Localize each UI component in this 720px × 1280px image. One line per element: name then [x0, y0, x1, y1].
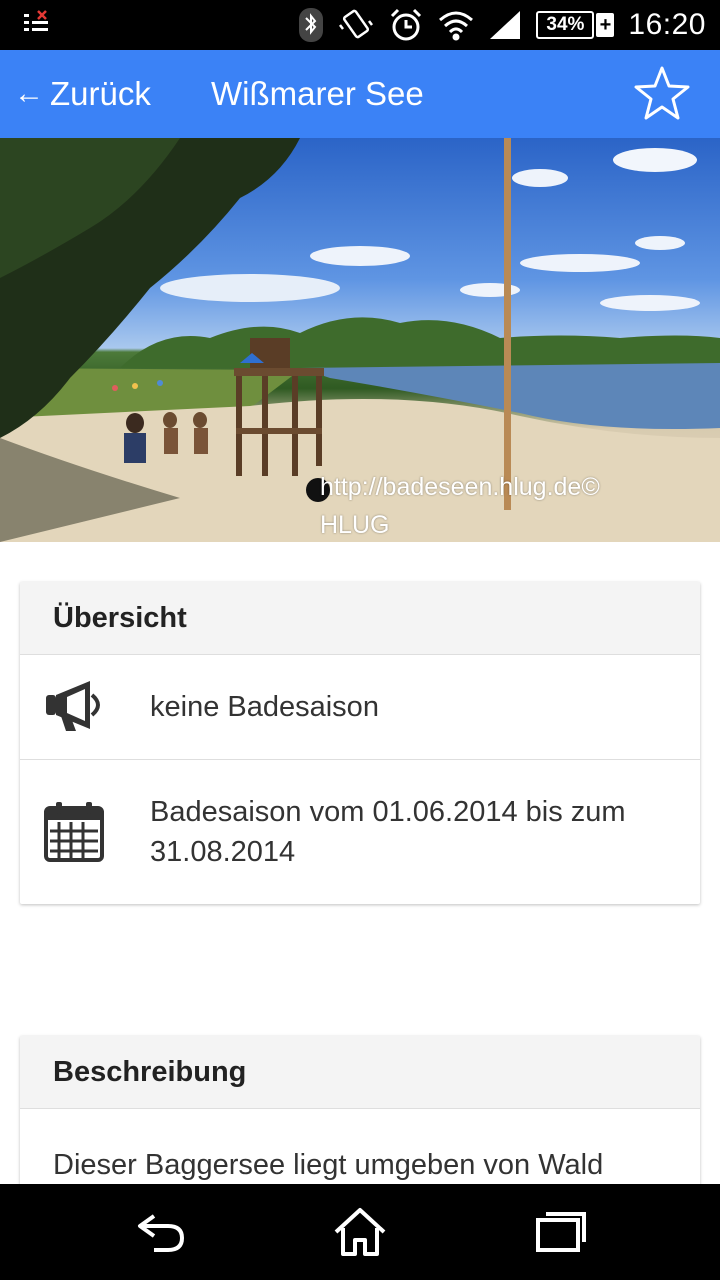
charging-icon: + — [596, 13, 615, 37]
back-button[interactable]: ← Zurück — [14, 50, 151, 138]
clock: 16:20 — [628, 8, 706, 41]
home-nav-icon[interactable] — [330, 1206, 390, 1258]
overview-card: Übersicht keine Badesaison Badesaison vo… — [20, 582, 700, 904]
status-bar: 34% + 16:20 — [0, 0, 720, 50]
season-dates-text: Badesaison vom 01.06.2014 bis zum 31.08.… — [150, 796, 626, 868]
description-text: Dieser Baggersee liegt umgeben von Wald — [53, 1149, 604, 1181]
calendar-icon — [44, 802, 104, 862]
back-nav-icon[interactable] — [132, 1206, 192, 1258]
photo-caption: http://badeseen.hlug.de© HLUG — [320, 473, 600, 539]
signal-icon — [490, 11, 521, 39]
arrow-left-icon: ← — [14, 77, 44, 110]
season-dates-row: Badesaison vom 01.06.2014 bis zum 31.08.… — [20, 760, 700, 904]
page-title: Wißmarer See — [211, 75, 424, 112]
wifi-icon — [439, 11, 474, 41]
battery-percent: 34% — [536, 11, 595, 39]
description-card: Beschreibung Dieser Baggersee liegt umge… — [20, 1036, 700, 1206]
vibrate-icon — [339, 9, 374, 39]
alarm-icon — [391, 8, 422, 41]
overview-header: Übersicht — [20, 582, 700, 655]
season-status-row: keine Badesaison — [20, 655, 700, 760]
description-header: Beschreibung — [20, 1036, 700, 1109]
bluetooth-icon — [299, 8, 324, 42]
season-status-text: keine Badesaison — [150, 691, 379, 723]
megaphone-icon — [46, 681, 100, 731]
back-label: Zurück — [50, 75, 151, 112]
favorite-star-icon[interactable] — [632, 64, 692, 124]
recent-apps-nav-icon[interactable] — [530, 1206, 590, 1258]
lake-photo: http://badeseen.hlug.de© HLUG — [0, 138, 720, 542]
app-bar: ← Zurück Wißmarer See — [0, 50, 720, 138]
navigation-bar — [0, 1184, 720, 1280]
notification-icon — [24, 10, 48, 31]
battery-indicator: 34% + — [536, 11, 615, 39]
